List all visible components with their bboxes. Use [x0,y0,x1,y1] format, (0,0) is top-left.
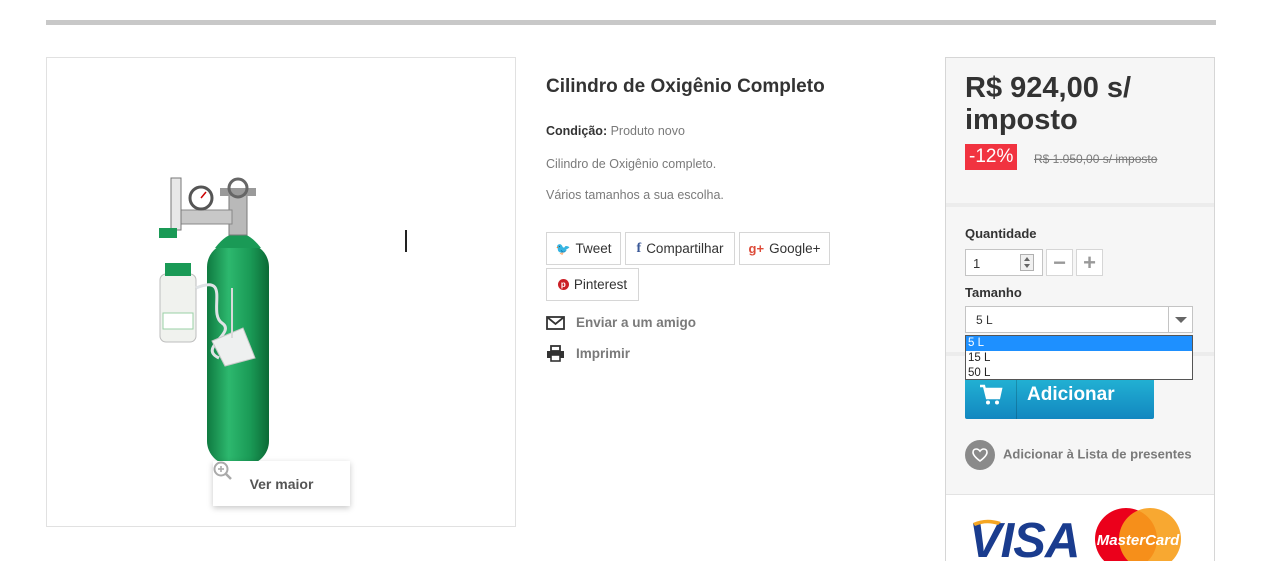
chevron-down-icon[interactable] [1168,307,1192,332]
discount-badge: -12% [965,144,1018,170]
pinterest-label: Pinterest [573,277,628,292]
tweet-button[interactable]: 🐦 Tweet [546,232,621,265]
view-larger-label: Ver maior [249,475,314,492]
print-label: Imprimir [576,346,631,361]
size-dropdown-list: 5 L 15 L 50 L [965,335,1193,380]
size-option[interactable]: 15 L [966,351,1192,366]
condition-value: Produto novo [610,124,685,138]
add-to-cart-label: Adicionar [1027,384,1115,405]
product-title: Cilindro de Oxigênio Completo [546,76,825,97]
size-option[interactable]: 5 L [966,336,1192,351]
facebook-icon: f [636,240,642,256]
size-select[interactable]: 5 L [965,306,1193,333]
heart-icon [965,440,995,470]
top-divider [46,20,1216,25]
mastercard-logo: MasterCard [1097,532,1180,549]
product-description-line-1: Cilindro de Oxigênio completo. [546,157,717,171]
facebook-share-label: Compartilhar [646,241,724,256]
print-link[interactable]: Imprimir [546,345,630,362]
payment-methods: VISA MasterCard [946,495,1214,561]
product-description-line-2: Vários tamanhos a sua escolha. [546,188,724,202]
size-option[interactable]: 50 L [966,366,1192,381]
google-plus-icon: g+ [748,241,765,256]
send-to-friend-label: Enviar a um amigo [576,315,697,330]
buy-box: R$ 924,00 s/ imposto -12% R$ 1.050,00 s/… [945,57,1215,561]
google-plus-label: Google+ [769,241,821,256]
pinterest-button[interactable]: p Pinterest [546,268,639,301]
pinterest-icon: p [557,279,569,290]
tweet-label: Tweet [575,241,612,256]
price-divider [946,203,1214,207]
regular-price: R$ 1.050,00 s/ imposto [1034,152,1158,166]
product-image-container: Ver maior [46,57,516,527]
size-label: Tamanho [965,285,1022,300]
quantity-spinner[interactable] [1020,254,1034,271]
quantity-decrease-button[interactable]: − [1046,249,1073,276]
condition-label: Condição: [546,124,608,138]
quantity-increase-button[interactable]: + [1076,249,1103,276]
gift-list-label: Adicionar à Lista de presentes [1003,446,1192,462]
size-selected-value: 5 L [976,313,993,327]
view-larger-button[interactable]: Ver maior [213,461,350,506]
printer-icon [547,345,564,362]
product-image[interactable] [47,58,517,528]
google-plus-button[interactable]: g+ Google+ [739,232,830,265]
facebook-share-button[interactable]: f Compartilhar [625,232,735,265]
envelope-icon [546,315,565,330]
quantity-label: Quantidade [965,226,1037,241]
visa-mastercard-logo: VISA MasterCard [969,508,1181,561]
zoom-in-icon [213,461,232,480]
product-price: R$ 924,00 s/ imposto [965,72,1132,136]
product-condition: Condição: Produto novo [546,124,685,138]
send-to-friend-link[interactable]: Enviar a um amigo [546,315,696,330]
twitter-icon: 🐦 [555,241,571,256]
add-to-gift-list-link[interactable]: Adicionar à Lista de presentes [965,440,1205,470]
image-edge-mark [405,230,407,252]
